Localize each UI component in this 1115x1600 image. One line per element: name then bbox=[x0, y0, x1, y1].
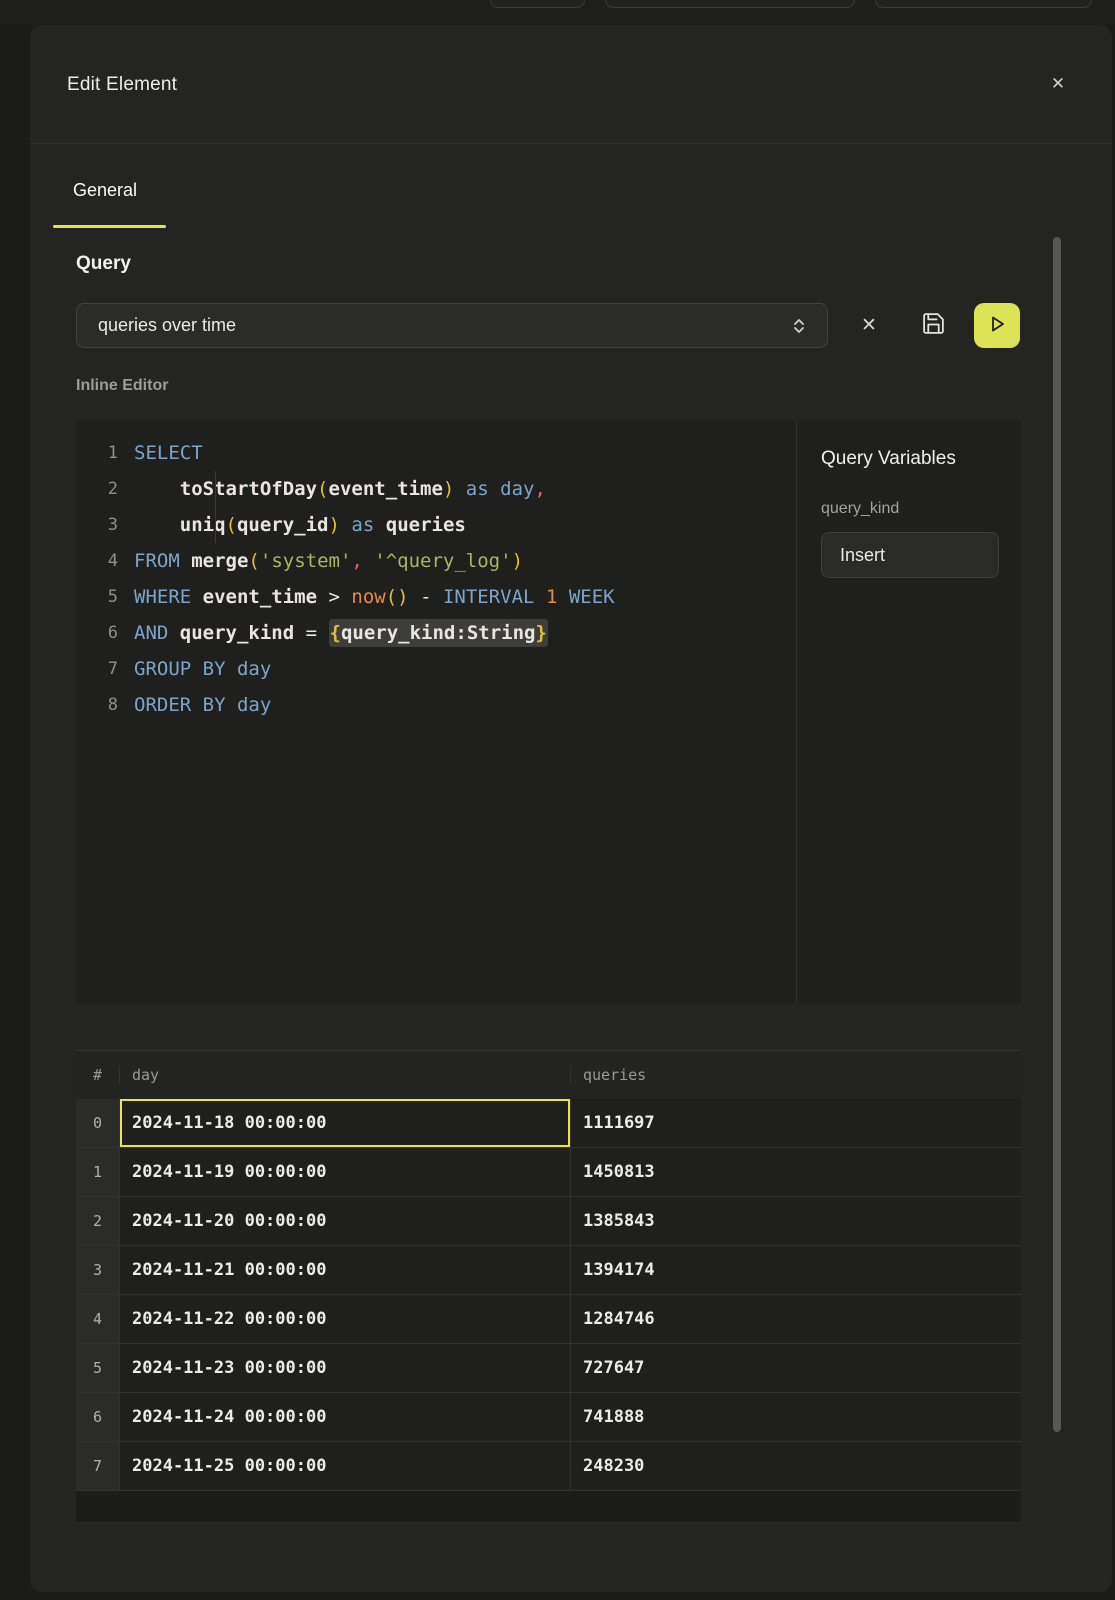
row-index-cell: 3 bbox=[76, 1246, 119, 1295]
query-parameter-token: {query_kind:String} bbox=[329, 619, 548, 647]
day-cell[interactable]: 2024-11-22 00:00:00 bbox=[119, 1295, 570, 1344]
queries-cell[interactable]: 248230 bbox=[570, 1442, 1021, 1491]
close-button[interactable]: ✕ bbox=[1042, 67, 1074, 99]
header-cell-queries: queries bbox=[570, 1066, 1021, 1084]
play-icon bbox=[986, 313, 1008, 338]
line-number: 4 bbox=[76, 543, 118, 579]
queries-cell[interactable]: 1450813 bbox=[570, 1148, 1021, 1197]
top-bar-partial-control[interactable] bbox=[875, 0, 1092, 8]
edit-element-modal: Edit Element ✕ General Query queries ove… bbox=[30, 25, 1112, 1592]
queries-cell[interactable]: 1284746 bbox=[570, 1295, 1021, 1344]
modal-scrollbar[interactable] bbox=[1053, 237, 1061, 1432]
line-number: 1 bbox=[76, 435, 118, 471]
code-text: toStartOfDay(event_time) as day, bbox=[118, 471, 546, 507]
code-text: WHERE event_time > now() - INTERVAL 1 WE… bbox=[118, 579, 615, 615]
top-bar-partial-control[interactable] bbox=[605, 0, 855, 8]
queries-cell[interactable]: 1111697 bbox=[570, 1099, 1021, 1148]
code-line[interactable]: 3 uniq(query_id) as queries bbox=[76, 507, 796, 543]
table-row: 22024-11-20 00:00:001385843 bbox=[76, 1197, 1021, 1246]
header-cell-day: day bbox=[119, 1066, 570, 1084]
variable-name-label: query_kind bbox=[821, 500, 899, 518]
day-cell[interactable]: 2024-11-25 00:00:00 bbox=[119, 1442, 570, 1491]
queries-cell[interactable]: 1385843 bbox=[570, 1197, 1021, 1246]
line-number: 7 bbox=[76, 651, 118, 687]
line-number: 2 bbox=[76, 471, 118, 507]
row-index-cell: 4 bbox=[76, 1295, 119, 1344]
table-row: 12024-11-19 00:00:001450813 bbox=[76, 1148, 1021, 1197]
line-number: 8 bbox=[76, 687, 118, 723]
day-cell[interactable]: 2024-11-24 00:00:00 bbox=[119, 1393, 570, 1442]
row-index-cell: 1 bbox=[76, 1148, 119, 1197]
run-query-button[interactable] bbox=[974, 303, 1020, 348]
modal-title: Edit Element bbox=[67, 74, 177, 96]
code-text: GROUP BY day bbox=[118, 651, 271, 687]
table-footer bbox=[76, 1491, 1021, 1523]
row-index-cell: 6 bbox=[76, 1393, 119, 1442]
day-cell[interactable]: 2024-11-23 00:00:00 bbox=[119, 1344, 570, 1393]
queries-cell[interactable]: 1394174 bbox=[570, 1246, 1021, 1295]
day-cell[interactable]: 2024-11-20 00:00:00 bbox=[119, 1197, 570, 1246]
line-number: 3 bbox=[76, 507, 118, 543]
chevron-updown-icon bbox=[791, 316, 807, 341]
row-index-cell: 5 bbox=[76, 1344, 119, 1393]
table-row: 62024-11-24 00:00:00741888 bbox=[76, 1393, 1021, 1442]
day-cell[interactable]: 2024-11-18 00:00:00 bbox=[119, 1099, 570, 1148]
line-number: 5 bbox=[76, 579, 118, 615]
code-line[interactable]: 5WHERE event_time > now() - INTERVAL 1 W… bbox=[76, 579, 796, 615]
code-text: ORDER BY day bbox=[118, 687, 271, 723]
top-bar-partial-control[interactable] bbox=[490, 0, 585, 8]
code-lines: 1SELECT2 toStartOfDay(event_time) as day… bbox=[76, 435, 796, 723]
header-divider bbox=[30, 143, 1112, 144]
table-row: 32024-11-21 00:00:001394174 bbox=[76, 1246, 1021, 1295]
code-line[interactable]: 7GROUP BY day bbox=[76, 651, 796, 687]
table-row: 52024-11-23 00:00:00727647 bbox=[76, 1344, 1021, 1393]
save-query-button[interactable] bbox=[919, 311, 947, 339]
code-line[interactable]: 4FROM merge('system', '^query_log') bbox=[76, 543, 796, 579]
code-text: FROM merge('system', '^query_log') bbox=[118, 543, 523, 579]
code-line[interactable]: 2 toStartOfDay(event_time) as day, bbox=[76, 471, 796, 507]
row-index-cell: 2 bbox=[76, 1197, 119, 1246]
day-cell[interactable]: 2024-11-19 00:00:00 bbox=[119, 1148, 570, 1197]
results-table-body: 02024-11-18 00:00:00111169712024-11-19 0… bbox=[76, 1099, 1021, 1491]
code-text: AND query_kind = {query_kind:String} bbox=[118, 615, 548, 651]
sql-editor: 1SELECT2 toStartOfDay(event_time) as day… bbox=[76, 420, 1021, 1004]
query-select[interactable]: queries over time bbox=[76, 303, 828, 348]
code-text: SELECT bbox=[118, 435, 203, 471]
x-icon: ✕ bbox=[861, 316, 877, 335]
save-icon bbox=[921, 311, 946, 339]
tab-general[interactable]: General bbox=[73, 180, 137, 201]
page-background: { "modal": { "title": "Edit Element", "c… bbox=[0, 0, 1115, 1600]
query-variables-title: Query Variables bbox=[821, 448, 956, 470]
code-area[interactable]: 1SELECT2 toStartOfDay(event_time) as day… bbox=[76, 420, 796, 1004]
clear-query-button[interactable]: ✕ bbox=[855, 311, 883, 339]
close-icon: ✕ bbox=[1051, 75, 1065, 92]
queries-cell[interactable]: 727647 bbox=[570, 1344, 1021, 1393]
queries-cell[interactable]: 741888 bbox=[570, 1393, 1021, 1442]
results-table: # day queries 02024-11-18 00:00:00111169… bbox=[76, 1050, 1021, 1523]
query-select-value: queries over time bbox=[98, 315, 236, 336]
table-row: 42024-11-22 00:00:001284746 bbox=[76, 1295, 1021, 1344]
indent-guide bbox=[215, 471, 216, 543]
top-bar bbox=[0, 0, 1115, 25]
code-line[interactable]: 6AND query_kind = {query_kind:String} bbox=[76, 615, 796, 651]
query-variables-panel: Query Variables query_kind Insert bbox=[797, 420, 1021, 1004]
day-cell[interactable]: 2024-11-21 00:00:00 bbox=[119, 1246, 570, 1295]
table-row: 72024-11-25 00:00:00248230 bbox=[76, 1442, 1021, 1491]
inline-editor-label: Inline Editor bbox=[76, 377, 168, 395]
code-text: uniq(query_id) as queries bbox=[118, 507, 466, 543]
code-line[interactable]: 1SELECT bbox=[76, 435, 796, 471]
insert-variable-button[interactable]: Insert bbox=[821, 532, 999, 578]
table-header: # day queries bbox=[76, 1050, 1021, 1099]
active-tab-underline bbox=[53, 225, 166, 228]
row-index-cell: 0 bbox=[76, 1099, 119, 1148]
query-section-heading: Query bbox=[76, 253, 131, 275]
code-line[interactable]: 8ORDER BY day bbox=[76, 687, 796, 723]
line-number: 6 bbox=[76, 615, 118, 651]
header-cell-index: # bbox=[76, 1066, 119, 1084]
table-row: 02024-11-18 00:00:001111697 bbox=[76, 1099, 1021, 1148]
row-index-cell: 7 bbox=[76, 1442, 119, 1491]
